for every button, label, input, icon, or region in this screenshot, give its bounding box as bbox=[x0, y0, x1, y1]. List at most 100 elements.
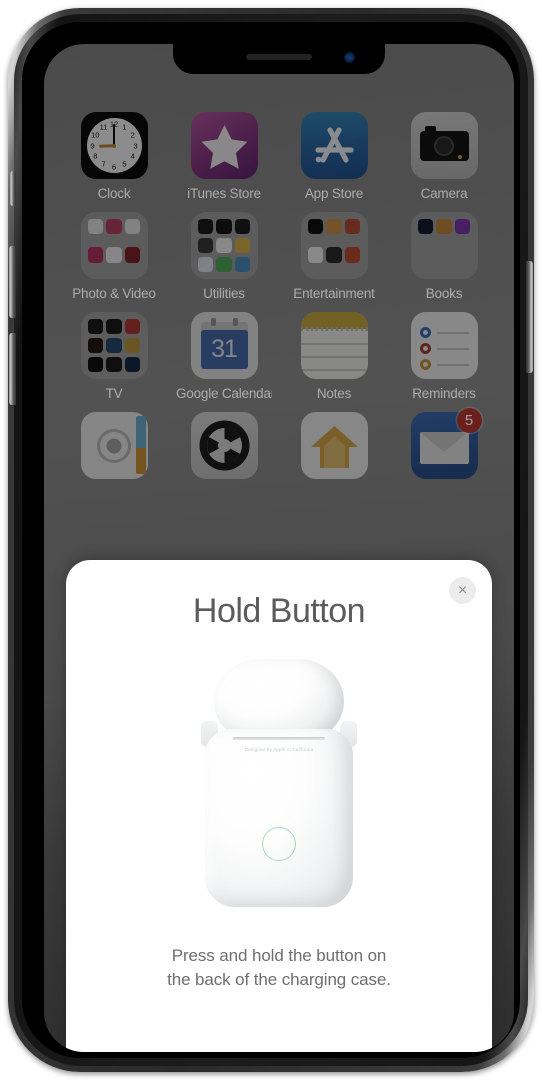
app-reminders[interactable]: Reminders bbox=[396, 312, 492, 401]
folder-mini-icon bbox=[125, 356, 141, 372]
folder-mini-icon bbox=[436, 219, 452, 235]
setup-button-icon[interactable] bbox=[262, 827, 296, 861]
reminder-dot-orange bbox=[419, 359, 431, 370]
folder-photo-video[interactable]: Photo & Video bbox=[66, 212, 162, 301]
folder-mini-icon bbox=[87, 247, 103, 263]
folder-mini-icon bbox=[216, 219, 232, 235]
case-body: Designed by Apple in California bbox=[205, 729, 353, 907]
caption-line-1: Press and hold the button on bbox=[171, 945, 387, 965]
app-store-a-icon bbox=[314, 127, 354, 163]
reminder-dot-blue bbox=[419, 327, 431, 338]
app-settings[interactable] bbox=[176, 412, 272, 486]
widget-bar bbox=[135, 416, 146, 474]
app-label-entertainment: Entertainment bbox=[293, 286, 375, 301]
app-label-books: Books bbox=[425, 286, 463, 301]
app-home[interactable] bbox=[286, 412, 382, 486]
app-label-google-calendar: Google Calendar bbox=[176, 386, 272, 401]
folder-mini-icon bbox=[197, 219, 213, 235]
close-icon[interactable]: × bbox=[449, 577, 476, 604]
google-calendar-icon: 31 bbox=[190, 312, 258, 379]
app-label-photo-video: Photo & Video bbox=[72, 286, 156, 301]
folder-mini-icon bbox=[125, 319, 141, 335]
gear-icon bbox=[199, 420, 249, 471]
case-engraving-text: Designed by Apple in California bbox=[244, 747, 314, 752]
folder-mini-icon bbox=[235, 237, 251, 254]
app-label-utilities: Utilities bbox=[203, 286, 245, 301]
reminders-icon-wrap bbox=[410, 312, 478, 379]
folder-mini-icon bbox=[345, 247, 361, 263]
folder-mini-icon bbox=[216, 256, 232, 272]
notch bbox=[173, 44, 385, 74]
star-icon bbox=[201, 125, 247, 169]
folder-mini-icon bbox=[87, 219, 103, 235]
notes-icon bbox=[300, 312, 368, 379]
folder-mini-icon bbox=[197, 237, 213, 254]
folder-tv[interactable]: TV bbox=[66, 312, 162, 401]
app-notes[interactable]: Notes bbox=[286, 312, 382, 401]
app-label-camera: Camera bbox=[420, 186, 468, 201]
caption-line-2: the back of the charging case. bbox=[167, 969, 391, 989]
folder-icon bbox=[190, 212, 258, 279]
app-store-icon bbox=[300, 112, 368, 179]
silent-switch[interactable] bbox=[10, 171, 16, 206]
folder-mini-icon bbox=[197, 256, 213, 272]
folder-mini-icon bbox=[125, 337, 141, 354]
folder-utilities[interactable]: Utilities bbox=[176, 212, 272, 301]
folder-mini-icon bbox=[106, 356, 122, 372]
folder-mini-icon bbox=[216, 237, 232, 254]
notes-perforation bbox=[300, 327, 368, 331]
hold-button-modal: × Hold Button Designed by Apple in Calif… bbox=[66, 560, 492, 1052]
clock-icon: 12 1 2 3 4 5 6 7 8 9 10 bbox=[80, 112, 148, 179]
clock-face: 12 1 2 3 4 5 6 7 8 9 10 bbox=[86, 118, 142, 173]
house-icon bbox=[310, 426, 358, 468]
app-app-store[interactable]: App Store bbox=[286, 112, 382, 201]
volume-up-button[interactable] bbox=[9, 246, 16, 318]
side-power-button[interactable] bbox=[526, 261, 533, 373]
home-icon bbox=[300, 412, 368, 479]
notes-icon-wrap bbox=[300, 312, 368, 379]
app-itunes-store[interactable]: iTunes Store bbox=[176, 112, 272, 201]
clock-center-pin bbox=[112, 143, 116, 148]
folder-mini-icon bbox=[87, 337, 103, 354]
case-seam bbox=[233, 737, 325, 740]
appstore-icon-wrap bbox=[300, 112, 368, 179]
app-camera[interactable]: Camera bbox=[396, 112, 492, 201]
app-voice-memos[interactable] bbox=[66, 412, 162, 486]
gcal-icon-wrap: 31 bbox=[190, 312, 258, 379]
app-label-itunes-store: iTunes Store bbox=[187, 186, 261, 201]
clock-icon-wrap: 12 1 2 3 4 5 6 7 8 9 10 bbox=[80, 112, 148, 179]
itunes-icon-wrap bbox=[190, 112, 258, 179]
folder-mini-icon bbox=[326, 247, 342, 263]
folder-icon bbox=[410, 212, 478, 279]
folder-books[interactable]: Books bbox=[396, 212, 492, 301]
modal-title: Hold Button bbox=[192, 592, 366, 630]
folder-mini-icon bbox=[417, 219, 433, 235]
folder-mini-icon bbox=[106, 337, 122, 354]
folder-mini-icon bbox=[307, 247, 323, 263]
mail-badge: 5 bbox=[456, 408, 482, 433]
camera-icon-wrap bbox=[410, 112, 478, 179]
folder-mini-icon bbox=[106, 219, 122, 235]
airpods-charging-case-illustration: Designed by Apple in California bbox=[197, 659, 361, 909]
reminders-icon bbox=[410, 312, 478, 379]
folder-mini-icon bbox=[326, 219, 342, 235]
calendar-ring-left bbox=[210, 318, 216, 326]
app-label-clock: Clock bbox=[97, 186, 131, 201]
folder-mini-icon bbox=[345, 219, 361, 235]
home-row-3: TV 31 Google Calendar Notes Reminders bbox=[58, 312, 500, 401]
camera-icon bbox=[410, 112, 478, 179]
app-google-calendar[interactable]: 31 Google Calendar bbox=[176, 312, 272, 401]
folder-icon bbox=[80, 212, 148, 279]
settings-gear-icon bbox=[190, 412, 258, 479]
modal-body: Designed by Apple in California bbox=[66, 631, 492, 909]
folder-mini-icon bbox=[106, 247, 122, 263]
folder-mini-icon bbox=[235, 219, 251, 235]
folder-mini-icon bbox=[125, 219, 141, 235]
envelope-flap bbox=[419, 432, 468, 452]
camera-flash bbox=[457, 155, 462, 159]
folder-entertainment[interactable]: Entertainment bbox=[286, 212, 382, 301]
modal-caption: Press and hold the button on the back of… bbox=[66, 944, 492, 992]
volume-down-button[interactable] bbox=[9, 333, 16, 405]
app-clock[interactable]: 12 1 2 3 4 5 6 7 8 9 10 bbox=[66, 112, 162, 201]
app-mail[interactable]: 5 bbox=[396, 408, 492, 486]
